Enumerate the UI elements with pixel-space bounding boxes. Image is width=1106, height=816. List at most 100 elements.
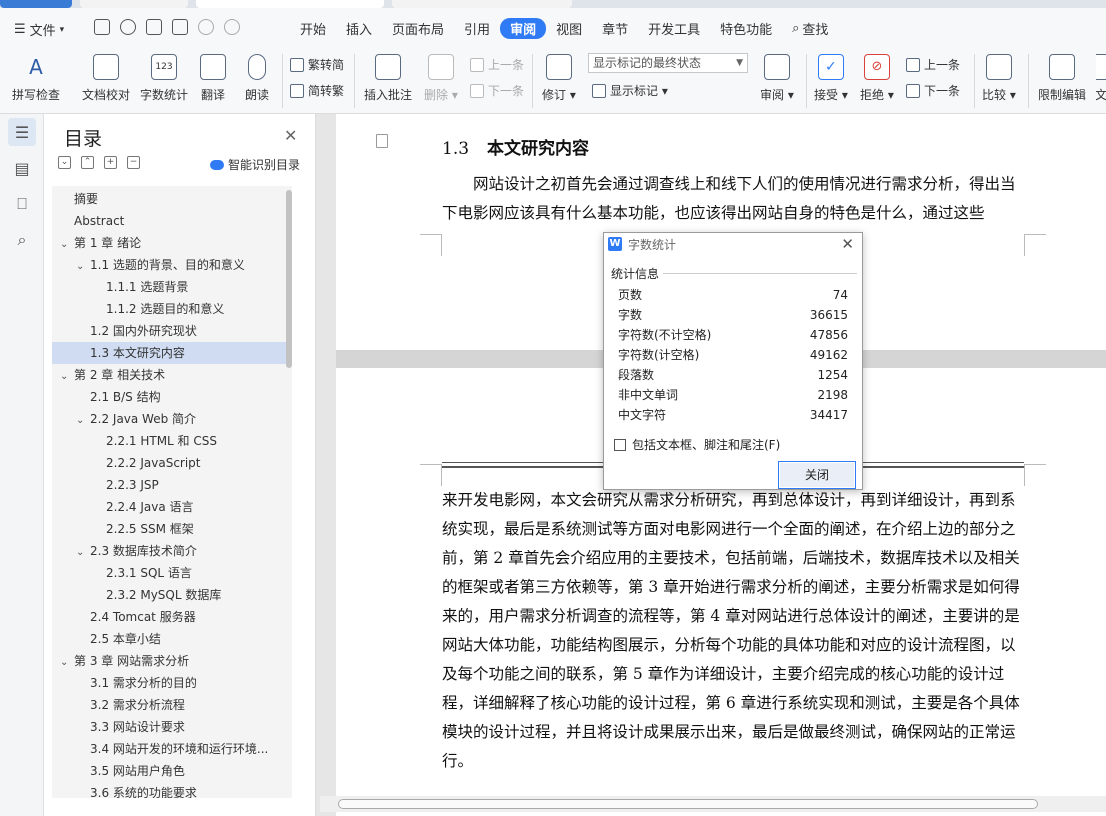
tab-developer[interactable]: 开发工具 (638, 18, 710, 39)
toc-scrollbar[interactable] (286, 190, 292, 368)
insert-comment-button[interactable]: 插入批注 (364, 54, 412, 103)
tab-document-1[interactable] (80, 0, 188, 8)
include-textbox-checkbox[interactable]: 包括文本框、脚注和尾注(F) (614, 436, 780, 453)
compare-button[interactable]: 比较 ▾ (982, 54, 1016, 103)
delete-comment-button[interactable]: 删除 ▾ (424, 54, 458, 103)
toc-item[interactable]: 2.4 Tomcat 服务器 (52, 606, 286, 628)
toc-item[interactable]: 2.2.2 JavaScript (52, 452, 286, 474)
expand-up-icon[interactable]: ⌃ (81, 156, 94, 169)
toc-item[interactable]: ⌄ 第 1 章 绪论 (52, 232, 286, 254)
file-menu[interactable]: ☰ 文件 ▾ (14, 20, 64, 39)
toc-item[interactable]: 1.2 国内外研究现状 (52, 320, 286, 342)
show-markup-button[interactable]: 显示标记 ▾ (592, 82, 668, 99)
word-count-button[interactable]: 123 字数统计 (140, 54, 188, 103)
tab-view[interactable]: 视图 (546, 18, 592, 39)
toc-item[interactable]: ⌄ 2.2 Java Web 简介 (52, 408, 286, 430)
close-icon[interactable]: ✕ (284, 126, 297, 145)
toc-item[interactable]: 1.1.2 选题目的和意义 (52, 298, 286, 320)
toc-item[interactable]: ⌄ 2.3 数据库技术简介 (52, 540, 286, 562)
toc-item[interactable]: 3.1 需求分析的目的 (52, 672, 286, 694)
doc-proofread-button[interactable]: 文档校对 (82, 54, 130, 103)
markup-state-select[interactable]: 显示标记的最终状态 ▼ (588, 53, 748, 73)
collapse-all-icon[interactable]: ⌄ (58, 156, 71, 169)
chevron-down-icon[interactable]: ⌄ (60, 234, 74, 254)
tab-insert[interactable]: 插入 (336, 18, 382, 39)
cloud-icon[interactable] (120, 19, 136, 35)
toc-item[interactable]: 3.6 系统的功能要求 (52, 782, 286, 798)
chevron-down-icon[interactable]: ⌄ (76, 542, 90, 562)
next-change-button[interactable]: 下一条 (906, 82, 960, 99)
tab-section[interactable]: 章节 (592, 18, 638, 39)
toc-item[interactable]: 1.3 本文研究内容 (52, 342, 286, 364)
tab-document-3[interactable] (392, 0, 572, 8)
close-button[interactable]: 关闭 (778, 461, 856, 489)
toc-item[interactable]: 摘要 (52, 188, 286, 210)
save-icon[interactable] (94, 19, 110, 35)
undo-icon[interactable] (198, 19, 214, 35)
chevron-down-icon[interactable]: ⌄ (60, 652, 74, 672)
review-pane-button[interactable]: 审阅 ▾ (760, 54, 794, 103)
toc-item[interactable]: 2.3.2 MySQL 数据库 (52, 584, 286, 606)
toc-item[interactable]: 2.1 B/S 结构 (52, 386, 286, 408)
close-icon[interactable]: ✕ (841, 235, 854, 253)
dialog-title: 字数统计 (628, 237, 677, 252)
read-aloud-button[interactable]: 朗读 (245, 54, 269, 103)
toc-item[interactable]: Abstract (52, 210, 286, 232)
tab-features[interactable]: 特色功能 (710, 18, 782, 39)
toc-item[interactable]: 2.2.5 SSM 框架 (52, 518, 286, 540)
chevron-down-icon[interactable]: ⌄ (60, 366, 74, 386)
revise-button[interactable]: 修订 ▾ (542, 54, 576, 103)
print-icon[interactable] (146, 19, 162, 35)
toc-item[interactable]: ⌄ 第 3 章 网站需求分析 (52, 650, 286, 672)
chevron-down-icon[interactable]: ⌄ (76, 410, 90, 430)
smart-toc-button[interactable]: 智能识别目录 (210, 156, 300, 173)
next-comment-icon (470, 83, 484, 98)
restrict-edit-button[interactable]: 限制编辑 (1038, 54, 1086, 103)
toc-item[interactable]: 2.5 本章小结 (52, 628, 286, 650)
toc-item[interactable]: 2.2.1 HTML 和 CSS (52, 430, 286, 452)
review-pane-label: 审阅 ▾ (760, 88, 794, 102)
checkbox-box[interactable] (614, 438, 626, 451)
pages-icon[interactable]: ▤ (8, 154, 36, 182)
stat-label: 中文字符 (618, 408, 667, 422)
tab-review[interactable]: 审阅 (500, 18, 547, 39)
next-change-icon (906, 83, 920, 98)
toc-item[interactable]: 2.2.4 Java 语言 (52, 496, 286, 518)
toc-item[interactable]: 3.2 需求分析流程 (52, 694, 286, 716)
remove-heading-icon[interactable]: − (127, 156, 140, 169)
prev-change-button[interactable]: 上一条 (906, 56, 960, 73)
bookmark-icon[interactable]: ⎕ (8, 190, 36, 218)
tab-page-layout[interactable]: 页面布局 (382, 18, 454, 39)
search-command[interactable]: ⌕ 查找 (782, 18, 838, 39)
tab-home[interactable] (0, 0, 72, 8)
toc-item[interactable]: ⌄ 1.1 选题的背景、目的和意义 (52, 254, 286, 276)
translate-button[interactable]: 翻译 (200, 54, 226, 103)
redo-icon[interactable] (224, 19, 240, 35)
toc-item[interactable]: 3.5 网站用户角色 (52, 760, 286, 782)
chevron-down-icon[interactable]: ⌄ (76, 256, 90, 276)
horizontal-scrollbar[interactable] (320, 796, 1106, 812)
simp-to-trad-button[interactable]: 简转繁 (290, 82, 344, 99)
trad-to-simp-button[interactable]: 繁转简 (290, 56, 344, 73)
toc-list-icon[interactable]: ☰ (8, 118, 36, 146)
reject-button[interactable]: ⊘ 拒绝 ▾ (860, 54, 894, 103)
toc-item[interactable]: 1.1.1 选题背景 (52, 276, 286, 298)
more-button[interactable]: 文 (1096, 54, 1106, 103)
toc-item[interactable]: 2.2.3 JSP (52, 474, 286, 496)
print-preview-icon[interactable] (172, 19, 188, 35)
tab-start[interactable]: 开始 (290, 18, 336, 39)
tab-document-active[interactable] (196, 0, 384, 8)
scrollbar-thumb[interactable] (338, 799, 1038, 809)
toc-item[interactable]: 3.4 网站开发的环境和运行环境... (52, 738, 286, 760)
accept-button[interactable]: ✓ 接受 ▾ (814, 54, 848, 103)
toc-item[interactable]: 3.3 网站设计要求 (52, 716, 286, 738)
prev-comment-button[interactable]: 上一条 (470, 56, 524, 73)
divider (282, 54, 283, 108)
next-comment-button[interactable]: 下一条 (470, 82, 524, 99)
find-icon[interactable]: ⌕ (8, 226, 36, 254)
add-heading-icon[interactable]: + (104, 156, 117, 169)
toc-item[interactable]: 2.3.1 SQL 语言 (52, 562, 286, 584)
spell-check-button[interactable]: A 拼写检查 (12, 54, 60, 103)
toc-item[interactable]: ⌄ 第 2 章 相关技术 (52, 364, 286, 386)
tab-references[interactable]: 引用 (454, 18, 500, 39)
